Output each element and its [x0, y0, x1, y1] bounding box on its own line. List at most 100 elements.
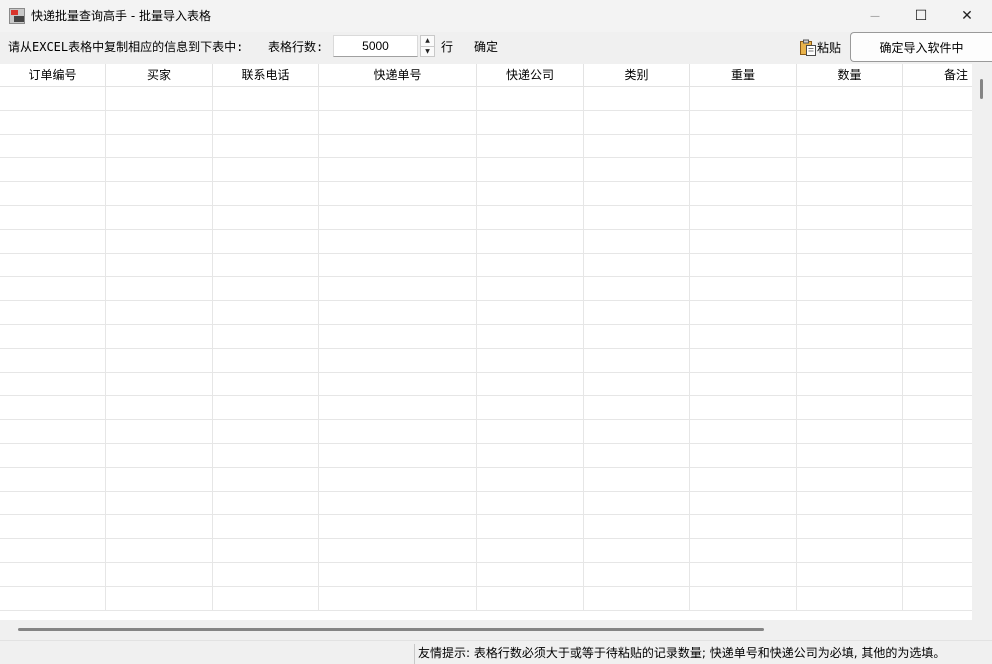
table-cell[interactable]: [213, 229, 319, 253]
horizontal-scrollbar[interactable]: [0, 620, 992, 640]
import-table[interactable]: 订单编号 买家 联系电话 快递单号 快递公司 类别 重量 数量 备注: [0, 64, 972, 620]
table-cell[interactable]: [106, 539, 213, 562]
table-cell[interactable]: [903, 135, 972, 158]
table-cell[interactable]: [0, 205, 106, 229]
table-row[interactable]: [0, 301, 972, 325]
table-cell[interactable]: [319, 515, 477, 539]
table-cell[interactable]: [584, 515, 690, 539]
chevron-up-icon[interactable]: ▲: [421, 36, 434, 47]
table-row[interactable]: [0, 562, 972, 587]
table-cell[interactable]: [690, 301, 797, 324]
column-header-courier[interactable]: 快递公司: [477, 64, 584, 86]
horizontal-scroll-thumb[interactable]: [18, 628, 764, 631]
rows-count-input[interactable]: [333, 35, 418, 57]
table-cell[interactable]: [477, 348, 584, 372]
table-cell[interactable]: [106, 372, 213, 396]
table-cell[interactable]: [319, 110, 477, 134]
column-header-quantity[interactable]: 数量: [797, 64, 903, 86]
table-cell[interactable]: [0, 301, 106, 324]
table-cell[interactable]: [797, 182, 903, 205]
table-cell[interactable]: [584, 420, 690, 443]
table-cell[interactable]: [477, 253, 584, 277]
table-cell[interactable]: [213, 348, 319, 372]
table-cell[interactable]: [903, 325, 972, 348]
table-cell[interactable]: [106, 301, 213, 324]
table-cell[interactable]: [477, 87, 584, 110]
table-cell[interactable]: [213, 301, 319, 324]
table-cell[interactable]: [0, 467, 106, 491]
column-header-phone[interactable]: 联系电话: [213, 64, 319, 86]
chevron-down-icon[interactable]: ▼: [421, 47, 434, 57]
table-cell[interactable]: [0, 158, 106, 182]
table-row[interactable]: [0, 205, 972, 230]
table-cell[interactable]: [319, 253, 477, 277]
table-cell[interactable]: [319, 443, 477, 467]
table-cell[interactable]: [797, 324, 903, 348]
vertical-scroll-thumb[interactable]: [980, 79, 983, 99]
table-cell[interactable]: [319, 205, 477, 229]
table-cell[interactable]: [106, 182, 213, 205]
table-cell[interactable]: [319, 134, 477, 158]
table-cell[interactable]: [584, 586, 690, 610]
table-cell[interactable]: [0, 562, 106, 586]
table-row[interactable]: [0, 443, 972, 468]
table-cell[interactable]: [319, 87, 477, 110]
table-cell[interactable]: [903, 563, 972, 586]
table-cell[interactable]: [106, 443, 213, 467]
table-cell[interactable]: [584, 277, 690, 301]
table-cell[interactable]: [477, 134, 584, 158]
table-cell[interactable]: [0, 348, 106, 372]
table-row[interactable]: [0, 396, 972, 421]
table-cell[interactable]: [213, 586, 319, 610]
table-row[interactable]: [0, 277, 972, 302]
column-header-category[interactable]: 类别: [584, 64, 690, 86]
table-cell[interactable]: [213, 396, 319, 420]
table-cell[interactable]: [477, 420, 584, 443]
table-cell[interactable]: [690, 158, 797, 182]
table-cell[interactable]: [319, 372, 477, 396]
table-cell[interactable]: [477, 515, 584, 539]
table-cell[interactable]: [106, 229, 213, 253]
table-cell[interactable]: [584, 301, 690, 324]
table-cell[interactable]: [319, 586, 477, 610]
paste-button[interactable]: 粘贴: [799, 38, 841, 56]
table-cell[interactable]: [584, 87, 690, 110]
column-header-remark[interactable]: 备注: [903, 64, 972, 86]
table-cell[interactable]: [106, 586, 213, 610]
table-cell[interactable]: [797, 301, 903, 324]
table-cell[interactable]: [0, 515, 106, 539]
table-cell[interactable]: [477, 586, 584, 610]
table-cell[interactable]: [213, 491, 319, 515]
table-cell[interactable]: [477, 182, 584, 205]
table-cell[interactable]: [213, 467, 319, 491]
vertical-scrollbar[interactable]: [972, 64, 992, 620]
table-cell[interactable]: [319, 467, 477, 491]
table-cell[interactable]: [106, 324, 213, 348]
table-cell[interactable]: [797, 134, 903, 158]
table-cell[interactable]: [213, 515, 319, 539]
table-cell[interactable]: [213, 539, 319, 562]
table-cell[interactable]: [0, 539, 106, 562]
table-cell[interactable]: [0, 253, 106, 277]
table-cell[interactable]: [0, 277, 106, 301]
table-row[interactable]: [0, 87, 972, 111]
table-row[interactable]: [0, 467, 972, 492]
table-row[interactable]: [0, 324, 972, 349]
table-cell[interactable]: [690, 87, 797, 110]
table-cell[interactable]: [477, 467, 584, 491]
table-cell[interactable]: [903, 182, 972, 205]
table-cell[interactable]: [106, 348, 213, 372]
table-cell[interactable]: [319, 324, 477, 348]
table-cell[interactable]: [213, 324, 319, 348]
table-row[interactable]: [0, 348, 972, 373]
table-cell[interactable]: [213, 420, 319, 443]
table-row[interactable]: [0, 491, 972, 516]
table-cell[interactable]: [106, 491, 213, 515]
table-cell[interactable]: [106, 277, 213, 301]
table-row[interactable]: [0, 229, 972, 254]
table-cell[interactable]: [106, 134, 213, 158]
table-cell[interactable]: [903, 349, 972, 372]
table-cell[interactable]: [797, 467, 903, 491]
table-cell[interactable]: [106, 158, 213, 182]
table-cell[interactable]: [477, 301, 584, 324]
